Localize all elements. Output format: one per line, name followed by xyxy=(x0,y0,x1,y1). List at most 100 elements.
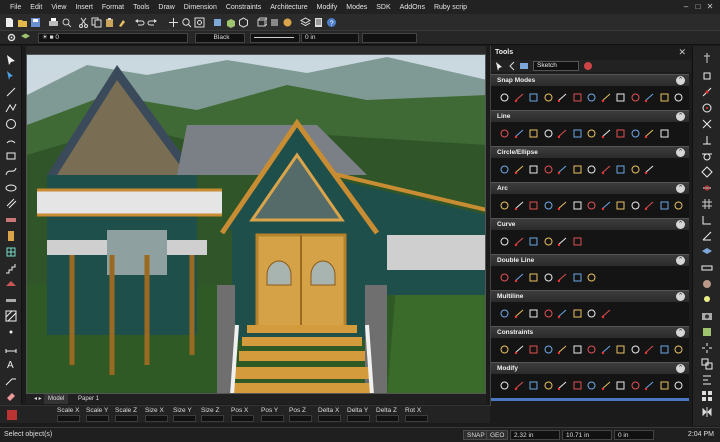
tool-icon[interactable] xyxy=(543,128,554,139)
ortho-icon[interactable] xyxy=(701,214,713,226)
maximize-icon[interactable]: □ xyxy=(692,1,704,12)
polyline-icon[interactable] xyxy=(5,102,17,114)
zoom-extents-icon[interactable] xyxy=(194,17,205,28)
tool-icon[interactable] xyxy=(557,164,568,175)
scale-z-field[interactable] xyxy=(115,415,138,422)
tool-icon[interactable] xyxy=(543,200,554,211)
slab-icon[interactable] xyxy=(5,294,17,306)
tool-icon[interactable] xyxy=(615,92,626,103)
tool-icon[interactable] xyxy=(514,128,525,139)
tool-icon[interactable] xyxy=(601,128,612,139)
tool-icon[interactable] xyxy=(586,164,597,175)
tool-icon[interactable] xyxy=(673,344,684,355)
explode-icon[interactable] xyxy=(701,342,713,354)
tool-icon[interactable] xyxy=(543,344,554,355)
cut-icon[interactable] xyxy=(78,17,89,28)
tool-icon[interactable] xyxy=(659,92,670,103)
workspace-icon[interactable] xyxy=(519,61,529,71)
tool-icon[interactable] xyxy=(572,128,583,139)
tool-icon[interactable] xyxy=(630,164,641,175)
tool-icon[interactable] xyxy=(557,344,568,355)
tool-icon[interactable] xyxy=(557,236,568,247)
tool-icon[interactable] xyxy=(572,92,583,103)
section-constraints-header[interactable]: Constraints ⌃ xyxy=(491,326,689,338)
section-line-header[interactable]: Line ⌃ xyxy=(491,110,689,122)
render-icon[interactable] xyxy=(282,17,293,28)
snap-toggle[interactable]: SNAP xyxy=(463,430,489,440)
coord-x-field[interactable]: 2.32 in xyxy=(510,430,560,440)
menu-format[interactable]: Format xyxy=(102,4,124,11)
tool-icon[interactable] xyxy=(586,344,597,355)
eraser-icon[interactable] xyxy=(5,390,17,402)
tool-icon[interactable] xyxy=(644,92,655,103)
dock-pin-icon[interactable] xyxy=(701,52,713,64)
grid-icon[interactable] xyxy=(701,198,713,210)
tool-icon[interactable] xyxy=(514,236,525,247)
menu-addons[interactable]: AddOns xyxy=(400,4,425,11)
tool-icon[interactable] xyxy=(572,272,583,283)
tool-icon[interactable] xyxy=(673,200,684,211)
tool-icon[interactable] xyxy=(514,272,525,283)
tool-icon[interactable] xyxy=(543,272,554,283)
minimize-icon[interactable]: – xyxy=(680,1,692,12)
tool-icon[interactable] xyxy=(499,200,510,211)
pos-y-field[interactable] xyxy=(261,415,284,422)
tool-icon[interactable] xyxy=(557,200,568,211)
tool-icon[interactable] xyxy=(644,380,655,391)
collapse-icon[interactable]: ⌃ xyxy=(676,148,685,157)
polar-icon[interactable] xyxy=(701,230,713,242)
tool-icon[interactable] xyxy=(601,200,612,211)
tool-icon[interactable] xyxy=(499,344,510,355)
coord-y-field[interactable]: 10.71 in xyxy=(562,430,612,440)
delta-y-field[interactable] xyxy=(347,415,370,422)
tool-icon[interactable] xyxy=(499,92,510,103)
tool-icon[interactable] xyxy=(644,128,655,139)
section-modify-header[interactable]: Modify ⌃ xyxy=(491,362,689,374)
3d-render-viewport[interactable] xyxy=(26,54,486,394)
array-icon[interactable] xyxy=(701,390,713,402)
pos-x-field[interactable] xyxy=(231,415,254,422)
tool-icon[interactable] xyxy=(557,272,568,283)
light-icon[interactable] xyxy=(701,294,713,306)
tool-icon[interactable] xyxy=(630,200,641,211)
tool-icon[interactable] xyxy=(528,308,539,319)
snap-endpoint-icon[interactable] xyxy=(701,70,713,82)
collapse-icon[interactable]: ⌃ xyxy=(676,328,685,337)
tool-icon[interactable] xyxy=(572,308,583,319)
tool-icon[interactable] xyxy=(528,92,539,103)
tool-icon[interactable] xyxy=(601,380,612,391)
align-icon[interactable] xyxy=(701,374,713,386)
copy-icon[interactable] xyxy=(91,17,102,28)
snap-perpendicular-icon[interactable] xyxy=(701,134,713,146)
tool-icon[interactable] xyxy=(572,236,583,247)
hatch-icon[interactable] xyxy=(5,310,17,322)
collapse-icon[interactable]: ⌃ xyxy=(676,256,685,265)
section-double-line-header[interactable]: Double Line ⌃ xyxy=(491,254,689,266)
door-icon[interactable] xyxy=(5,230,17,242)
tool-icon[interactable] xyxy=(586,272,597,283)
point-icon[interactable] xyxy=(5,326,17,338)
tool-icon[interactable] xyxy=(673,380,684,391)
collapse-icon[interactable]: ⌃ xyxy=(676,184,685,193)
tool-icon[interactable] xyxy=(557,128,568,139)
transform-icon[interactable] xyxy=(6,409,18,421)
section-snap-modes-header[interactable]: Snap Modes ⌃ xyxy=(491,74,689,86)
print-icon[interactable] xyxy=(48,17,59,28)
pointer-icon[interactable] xyxy=(494,61,504,71)
leader-icon[interactable] xyxy=(5,374,17,386)
shaded-icon[interactable] xyxy=(269,17,280,28)
size-z-field[interactable] xyxy=(201,415,224,422)
section-curve-header[interactable]: Curve ⌃ xyxy=(491,218,689,230)
tool-icon[interactable] xyxy=(659,380,670,391)
camera-icon[interactable] xyxy=(701,310,713,322)
workspace-dropdown[interactable]: Sketch xyxy=(533,61,579,71)
tool-icon[interactable] xyxy=(543,236,554,247)
panel-scroll-indicator[interactable] xyxy=(491,398,689,401)
view-front-icon[interactable] xyxy=(225,17,236,28)
material-icon[interactable] xyxy=(701,278,713,290)
tool-icon[interactable] xyxy=(601,308,612,319)
tool-icon[interactable] xyxy=(514,164,525,175)
tool-icon[interactable] xyxy=(601,344,612,355)
menu-modes[interactable]: Modes xyxy=(346,4,367,11)
tool-icon[interactable] xyxy=(572,164,583,175)
